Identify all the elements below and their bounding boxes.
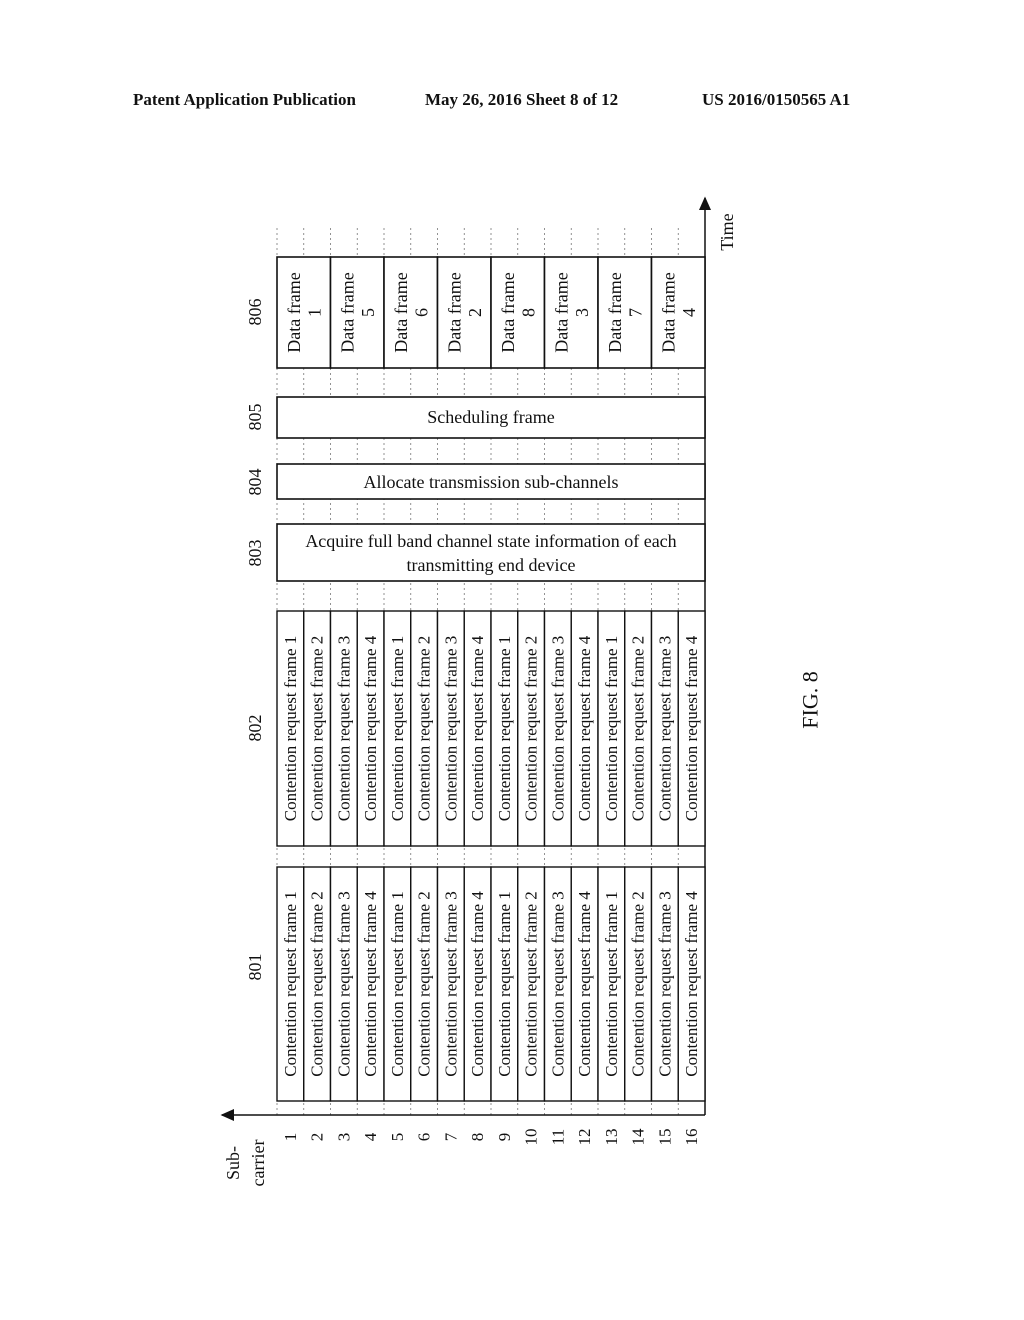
block-803-text-line2: transmitting end device (407, 555, 576, 575)
block-804-text: Allocate transmission sub-channels (364, 472, 619, 492)
data-frame-number: 6 (411, 308, 431, 317)
contention-request-cell-text: Contention request frame 4 (468, 635, 487, 821)
time-axis-label: Time (717, 213, 737, 250)
contention-request-cell-text: Contention request frame 1 (602, 636, 621, 822)
block-805-text: Scheduling frame (427, 407, 554, 427)
subcarrier-number: 2 (308, 1133, 327, 1142)
subcarrier-number: 9 (495, 1133, 514, 1142)
contention-request-cell-text: Contention request frame 1 (388, 636, 407, 822)
contention-request-cell-text: Contention request frame 2 (415, 636, 434, 822)
contention-request-cell-text: Contention request frame 4 (682, 891, 701, 1077)
reference-numeral-805: 805 (245, 404, 265, 431)
contention-request-cell-text: Contention request frame 3 (655, 636, 674, 822)
contention-request-cell-text: Contention request frame 2 (629, 891, 648, 1077)
data-frame-number: 4 (679, 308, 699, 317)
subcarrier-number: 12 (575, 1129, 594, 1146)
contention-request-cell-text: Contention request frame 3 (334, 636, 353, 822)
block-806: Data frame 1 Data frame 5 Data frame 6 Data fr… (276, 256, 706, 369)
subcarrier-number: 6 (415, 1133, 434, 1142)
reference-numeral-803: 803 (245, 540, 265, 567)
reference-numeral-804: 804 (245, 469, 265, 496)
subcarrier-axis-label-line1: Sub- (223, 1146, 243, 1180)
subcarrier-number: 15 (655, 1129, 674, 1146)
subcarrier-number: 3 (334, 1133, 353, 1142)
contention-request-cell-text: Contention request frame 4 (468, 891, 487, 1077)
contention-request-cell-text: Contention request frame 4 (575, 891, 594, 1077)
subcarrier-number: 5 (388, 1133, 407, 1142)
reference-numeral-806: 806 (245, 299, 265, 326)
block-802: Contention request frame 1 Contention req… (276, 610, 706, 847)
contention-request-cell-text: Contention request frame 4 (361, 635, 380, 821)
reference-numeral-802: 802 (245, 715, 265, 742)
contention-request-cell-text: Contention request frame 1 (495, 891, 514, 1077)
contention-request-cell-text: Contention request frame 3 (441, 891, 460, 1077)
figure-8-diagram: Contention request frame 1 Contention req… (220, 196, 823, 1187)
contention-request-cell-text: Contention request frame 3 (548, 891, 567, 1077)
subcarrier-axis-label-line2: carrier (248, 1140, 268, 1187)
data-frame-label: Data frame (391, 272, 411, 352)
data-frame-label: Data frame (284, 272, 304, 352)
contention-request-cell-text: Contention request frame 1 (602, 891, 621, 1077)
subcarrier-number: 10 (522, 1129, 541, 1146)
contention-request-cell-text: Contention request frame 2 (415, 891, 434, 1077)
contention-request-cell-text: Contention request frame 3 (655, 891, 674, 1077)
contention-request-cell-text: Contention request frame 2 (522, 636, 541, 822)
data-frame-label: Data frame (498, 272, 518, 352)
subcarrier-number: 14 (629, 1128, 648, 1146)
reference-numeral-801: 801 (245, 954, 265, 981)
data-frame-number: 7 (625, 308, 645, 317)
contention-request-cell-text: Contention request frame 1 (281, 891, 300, 1077)
contention-request-cell-text: Contention request frame 1 (281, 636, 300, 822)
data-frame-number: 5 (358, 308, 378, 317)
data-frame-label: Data frame (445, 272, 465, 352)
contention-request-cell-text: Contention request frame 2 (308, 891, 327, 1077)
contention-request-cell-text: Contention request frame 4 (575, 635, 594, 821)
subcarrier-number: 8 (468, 1133, 487, 1142)
data-frame-label: Data frame (605, 272, 625, 352)
figure-caption: FIG. 8 (798, 671, 823, 728)
data-frame-label: Data frame (552, 272, 572, 352)
data-frame-number: 1 (304, 308, 324, 317)
contention-request-cell-text: Contention request frame 2 (308, 636, 327, 822)
subcarrier-number: 1 (281, 1133, 300, 1142)
contention-request-cell-text: Contention request frame 2 (522, 891, 541, 1077)
contention-request-cell-text: Contention request frame 3 (548, 636, 567, 822)
contention-request-cell-text: Contention request frame 1 (388, 891, 407, 1077)
data-frame-number: 3 (572, 308, 592, 317)
subcarrier-number: 16 (682, 1129, 701, 1146)
subcarrier-number: 11 (548, 1129, 567, 1145)
data-frame-label: Data frame (659, 272, 679, 352)
block-803-text-line1: Acquire full band channel state informat… (305, 531, 676, 551)
contention-request-cell-text: Contention request frame 2 (629, 636, 648, 822)
contention-request-cell-text: Contention request frame 3 (334, 891, 353, 1077)
contention-request-cell-text: Contention request frame 4 (361, 891, 380, 1077)
contention-request-cell-text: Contention request frame 1 (495, 636, 514, 822)
data-frame-number: 2 (465, 308, 485, 317)
data-frame-number: 8 (518, 308, 538, 317)
subcarrier-number: 4 (361, 1132, 380, 1141)
data-frame-label: Data frame (338, 272, 358, 352)
subcarrier-number: 7 (441, 1132, 460, 1141)
contention-request-cell-text: Contention request frame 3 (441, 636, 460, 822)
subcarrier-number: 13 (602, 1129, 621, 1146)
block-801: Contention request frame 1 Contention req… (276, 866, 706, 1102)
contention-request-cell-text: Contention request frame 4 (682, 635, 701, 821)
